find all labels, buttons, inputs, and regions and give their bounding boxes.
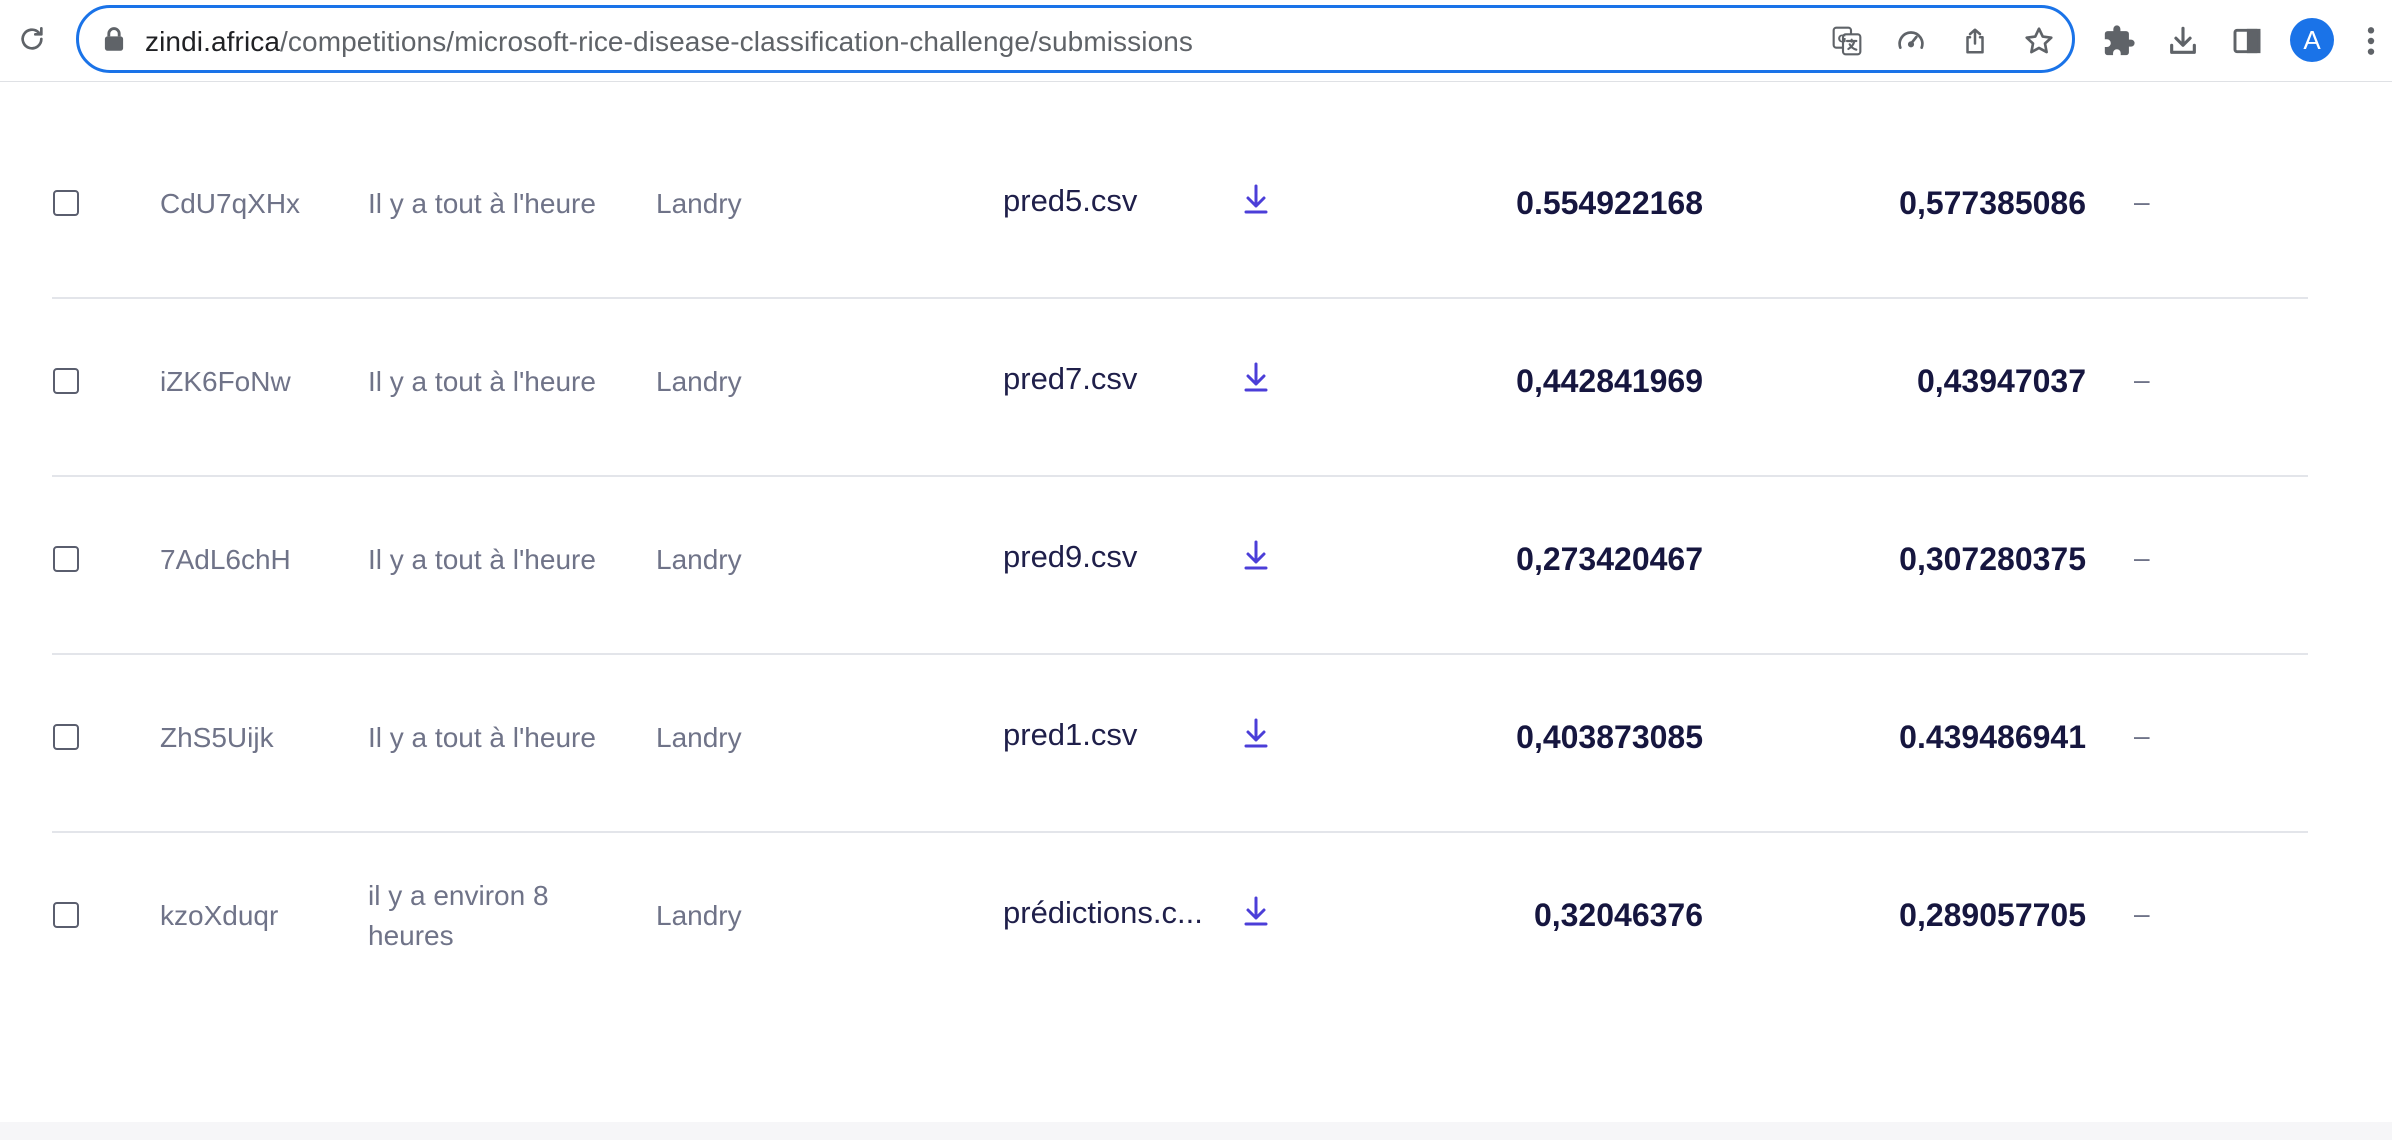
private-score: 0,307280375	[1899, 541, 2086, 577]
url-path: /competitions/microsoft-rice-disease-cla…	[280, 26, 1194, 57]
performance-icon[interactable]	[1891, 21, 1931, 61]
download-arrow-icon[interactable]	[1242, 894, 1270, 930]
share-icon[interactable]	[1955, 21, 1995, 61]
submission-id: kzoXduqr	[160, 900, 279, 931]
private-score: 0,577385086	[1899, 185, 2086, 221]
submission-file[interactable]: pred9.csv	[1003, 537, 1137, 577]
table-row: kzoXduqr il y a environ 8 heures Landry …	[0, 832, 2392, 1010]
row-checkbox[interactable]	[53, 724, 79, 750]
submission-time: Il y a tout à l'heure	[368, 722, 596, 753]
translate-icon[interactable]: G	[1827, 21, 1867, 61]
submission-user: Landry	[656, 544, 742, 575]
download-arrow-icon[interactable]	[1242, 716, 1270, 752]
page-bottom-edge	[0, 1122, 2392, 1140]
public-score: 0,32046376	[1533, 897, 1703, 933]
lock-icon[interactable]	[99, 24, 129, 54]
table-row: iZK6FoNw Il y a tout à l'heure Landry pr…	[0, 298, 2392, 477]
svg-text:G: G	[1838, 32, 1847, 45]
browser-toolbar: zindi.africa/competitions/microsoft-rice…	[0, 0, 2392, 82]
submission-user: Landry	[656, 900, 742, 931]
status-dash: –	[2134, 898, 2150, 929]
submission-file[interactable]: pred1.csv	[1003, 715, 1137, 755]
private-score: 0,289057705	[1899, 897, 2086, 933]
status-dash: –	[2134, 542, 2150, 573]
row-checkbox[interactable]	[53, 368, 79, 394]
table-row: 7AdL6chH Il y a tout à l'heure Landry pr…	[0, 476, 2392, 655]
kebab-menu-icon[interactable]	[2356, 20, 2386, 62]
submission-id: 7AdL6chH	[160, 544, 291, 575]
public-score: 0,273420467	[1516, 541, 1703, 577]
puzzle-icon[interactable]	[2098, 20, 2140, 62]
profile-avatar[interactable]: A	[2290, 18, 2334, 62]
url-host: zindi.africa	[145, 26, 281, 57]
table-row: ZhS5Uijk Il y a tout à l'heure Landry pr…	[0, 654, 2392, 833]
public-score: 0.554922168	[1516, 185, 1703, 221]
download-arrow-icon[interactable]	[1242, 360, 1270, 396]
row-checkbox[interactable]	[53, 190, 79, 216]
download-arrow-icon[interactable]	[1242, 538, 1270, 574]
download-arrow-icon[interactable]	[1242, 182, 1270, 218]
side-panel-icon[interactable]	[2226, 20, 2268, 62]
submission-id: CdU7qXHx	[160, 188, 301, 219]
public-score: 0,403873085	[1516, 719, 1703, 755]
status-dash: –	[2134, 186, 2150, 217]
reload-icon[interactable]	[12, 19, 52, 59]
submission-user: Landry	[656, 188, 742, 219]
profile-initial: A	[2303, 24, 2321, 55]
submission-time: il y a environ 8 heures	[368, 880, 549, 951]
row-checkbox[interactable]	[53, 902, 79, 928]
submission-user: Landry	[656, 722, 742, 753]
submission-file[interactable]: prédictions.c...	[1003, 893, 1203, 933]
url-text[interactable]: zindi.africa/competitions/microsoft-rice…	[145, 27, 1193, 57]
address-bar[interactable]: zindi.africa/competitions/microsoft-rice…	[76, 5, 2075, 73]
submission-file[interactable]: pred7.csv	[1003, 359, 1137, 399]
submission-time: Il y a tout à l'heure	[368, 366, 596, 397]
submission-id: ZhS5Uijk	[160, 722, 274, 753]
submission-user: Landry	[656, 366, 742, 397]
status-dash: –	[2134, 364, 2150, 395]
star-icon[interactable]	[2019, 21, 2059, 61]
status-dash: –	[2134, 720, 2150, 751]
submission-time: Il y a tout à l'heure	[368, 544, 596, 575]
private-score: 0,43947037	[1916, 363, 2086, 399]
table-row: CdU7qXHx Il y a tout à l'heure Landry pr…	[0, 120, 2392, 299]
download-icon[interactable]	[2162, 20, 2204, 62]
submission-time: Il y a tout à l'heure	[368, 188, 596, 219]
submission-file[interactable]: pred5.csv	[1003, 181, 1137, 221]
public-score: 0,442841969	[1516, 363, 1703, 399]
private-score: 0.439486941	[1899, 719, 2086, 755]
row-checkbox[interactable]	[53, 546, 79, 572]
submission-id: iZK6FoNw	[160, 366, 291, 397]
